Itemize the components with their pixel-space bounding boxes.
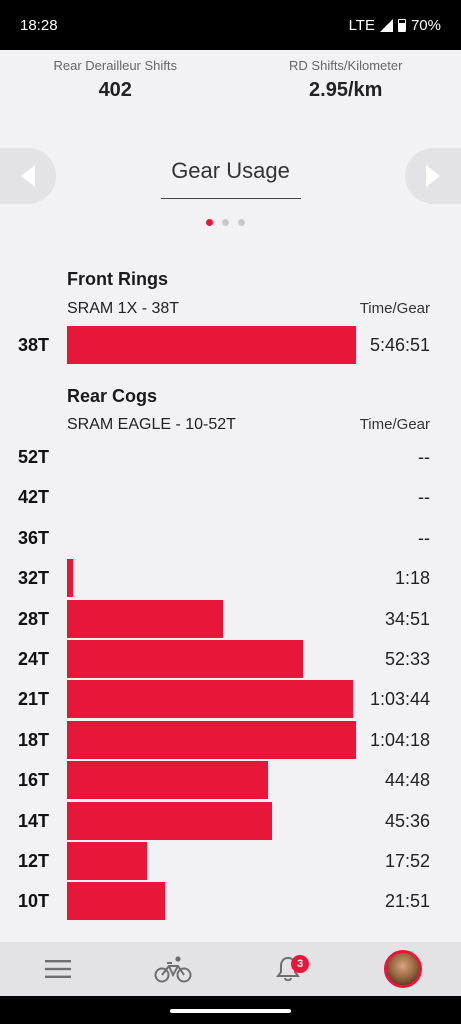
signal-icon bbox=[379, 18, 393, 32]
menu-button[interactable] bbox=[28, 942, 88, 996]
rear-cogs-setup: SRAM EAGLE - 10-52T bbox=[67, 416, 236, 433]
notification-badge: 3 bbox=[291, 955, 310, 973]
gear-row: 28T 34:51 bbox=[0, 599, 461, 639]
gear-label: 21T bbox=[18, 689, 50, 710]
gear-usage-bar bbox=[67, 680, 353, 719]
rear-cogs-title: Rear Cogs bbox=[67, 386, 158, 406]
page-dot-active bbox=[206, 219, 213, 226]
metric-value: 2.95/km bbox=[309, 79, 383, 101]
gear-label: 42T bbox=[18, 487, 50, 508]
gear-row: 18T 1:04:18 bbox=[0, 720, 461, 760]
gear-row: 16T 44:48 bbox=[0, 760, 461, 800]
metric-label: RD Shifts/Kilometer bbox=[289, 58, 403, 73]
gear-usage-bar bbox=[67, 842, 147, 880]
bottom-navigation: 3 bbox=[0, 942, 461, 996]
gear-usage-bar bbox=[67, 640, 303, 678]
gear-time: 5:46:51 bbox=[369, 335, 430, 355]
metric-label: Rear Derailleur Shifts bbox=[53, 58, 178, 73]
gesture-handle[interactable] bbox=[170, 1009, 291, 1013]
gear-usage-bar bbox=[67, 761, 268, 800]
page-dot bbox=[238, 219, 245, 226]
gear-label: 28T bbox=[18, 608, 50, 629]
menu-icon bbox=[44, 960, 71, 978]
status-bar: 18:28 LTE 70% bbox=[0, 0, 461, 50]
status-indicators: LTE 70% bbox=[349, 17, 441, 34]
status-time: 18:28 bbox=[20, 16, 58, 34]
profile-button[interactable] bbox=[373, 942, 433, 996]
metric-shifts-per-km: RD Shifts/Kilometer 2.95/km bbox=[231, 50, 461, 110]
chevron-right-icon bbox=[426, 165, 440, 187]
gear-time: -- bbox=[418, 487, 430, 508]
gear-usage-bar bbox=[67, 882, 165, 921]
gear-label: 36T bbox=[18, 527, 50, 548]
bike-icon bbox=[154, 956, 192, 983]
front-rings-setup: SRAM 1X - 38T bbox=[67, 300, 180, 317]
gear-row: 38T 5:46:51 bbox=[0, 325, 461, 365]
gear-row: 52T -- bbox=[0, 437, 461, 477]
gear-time: 1:03:44 bbox=[369, 689, 430, 710]
front-rings-title: Front Rings bbox=[67, 269, 168, 289]
gear-usage-bar bbox=[67, 599, 223, 638]
gear-label: 18T bbox=[18, 729, 50, 750]
gear-time: -- bbox=[418, 527, 430, 548]
gear-time: 1:18 bbox=[394, 568, 430, 589]
gear-usage-bar bbox=[67, 720, 356, 759]
gear-usage-bar bbox=[67, 326, 356, 364]
metrics-header: Rear Derailleur Shifts 402 RD Shifts/Kil… bbox=[0, 50, 461, 110]
battery-icon bbox=[397, 18, 406, 32]
metric-value: 402 bbox=[98, 79, 132, 101]
avatar bbox=[384, 950, 423, 988]
gear-time: 17:52 bbox=[384, 851, 430, 871]
gear-row: 21T 1:03:44 bbox=[0, 679, 461, 719]
network-label: LTE bbox=[348, 16, 375, 34]
gear-row: 14T 45:36 bbox=[0, 801, 461, 841]
section-title: Gear Usage bbox=[171, 158, 290, 183]
gear-usage-bar bbox=[67, 559, 73, 598]
gear-label: 38T bbox=[18, 335, 50, 355]
gear-label: 32T bbox=[18, 568, 50, 589]
gear-label: 14T bbox=[18, 810, 50, 831]
metric-rd-shifts: Rear Derailleur Shifts 402 bbox=[0, 50, 231, 110]
battery-level: 70% bbox=[410, 16, 441, 34]
gear-time: 34:51 bbox=[384, 608, 430, 629]
system-gesture-area bbox=[0, 996, 461, 1024]
gear-row: 24T 52:33 bbox=[0, 639, 461, 679]
gear-row: 12T 17:52 bbox=[0, 841, 461, 881]
rear-time-header: Time/Gear bbox=[359, 416, 430, 433]
gear-label: 16T bbox=[18, 770, 50, 791]
gear-usage-bar bbox=[67, 801, 272, 840]
gear-label: 12T bbox=[18, 851, 50, 871]
notifications-button[interactable]: 3 bbox=[258, 942, 318, 996]
page-dot bbox=[222, 219, 229, 226]
chevron-left-icon bbox=[21, 165, 35, 187]
previous-page-button[interactable] bbox=[0, 148, 56, 204]
gear-time: 21:51 bbox=[384, 891, 430, 912]
gear-time: 45:36 bbox=[384, 810, 430, 831]
gear-row: 32T 1:18 bbox=[0, 558, 461, 598]
gear-row: 10T 21:51 bbox=[0, 881, 461, 921]
gear-label: 52T bbox=[18, 447, 50, 467]
title-underline bbox=[161, 198, 301, 199]
gear-time: -- bbox=[418, 447, 430, 467]
gear-label: 24T bbox=[18, 649, 50, 669]
gear-time: 52:33 bbox=[384, 649, 430, 669]
rides-button[interactable] bbox=[143, 942, 203, 996]
page-indicator bbox=[206, 219, 245, 226]
gear-row: 36T -- bbox=[0, 518, 461, 558]
gear-time: 44:48 bbox=[384, 770, 430, 791]
gear-row: 42T -- bbox=[0, 477, 461, 517]
front-time-header: Time/Gear bbox=[359, 300, 430, 317]
gear-time: 1:04:18 bbox=[369, 729, 430, 750]
next-page-button[interactable] bbox=[405, 148, 461, 204]
gear-label: 10T bbox=[18, 891, 50, 912]
